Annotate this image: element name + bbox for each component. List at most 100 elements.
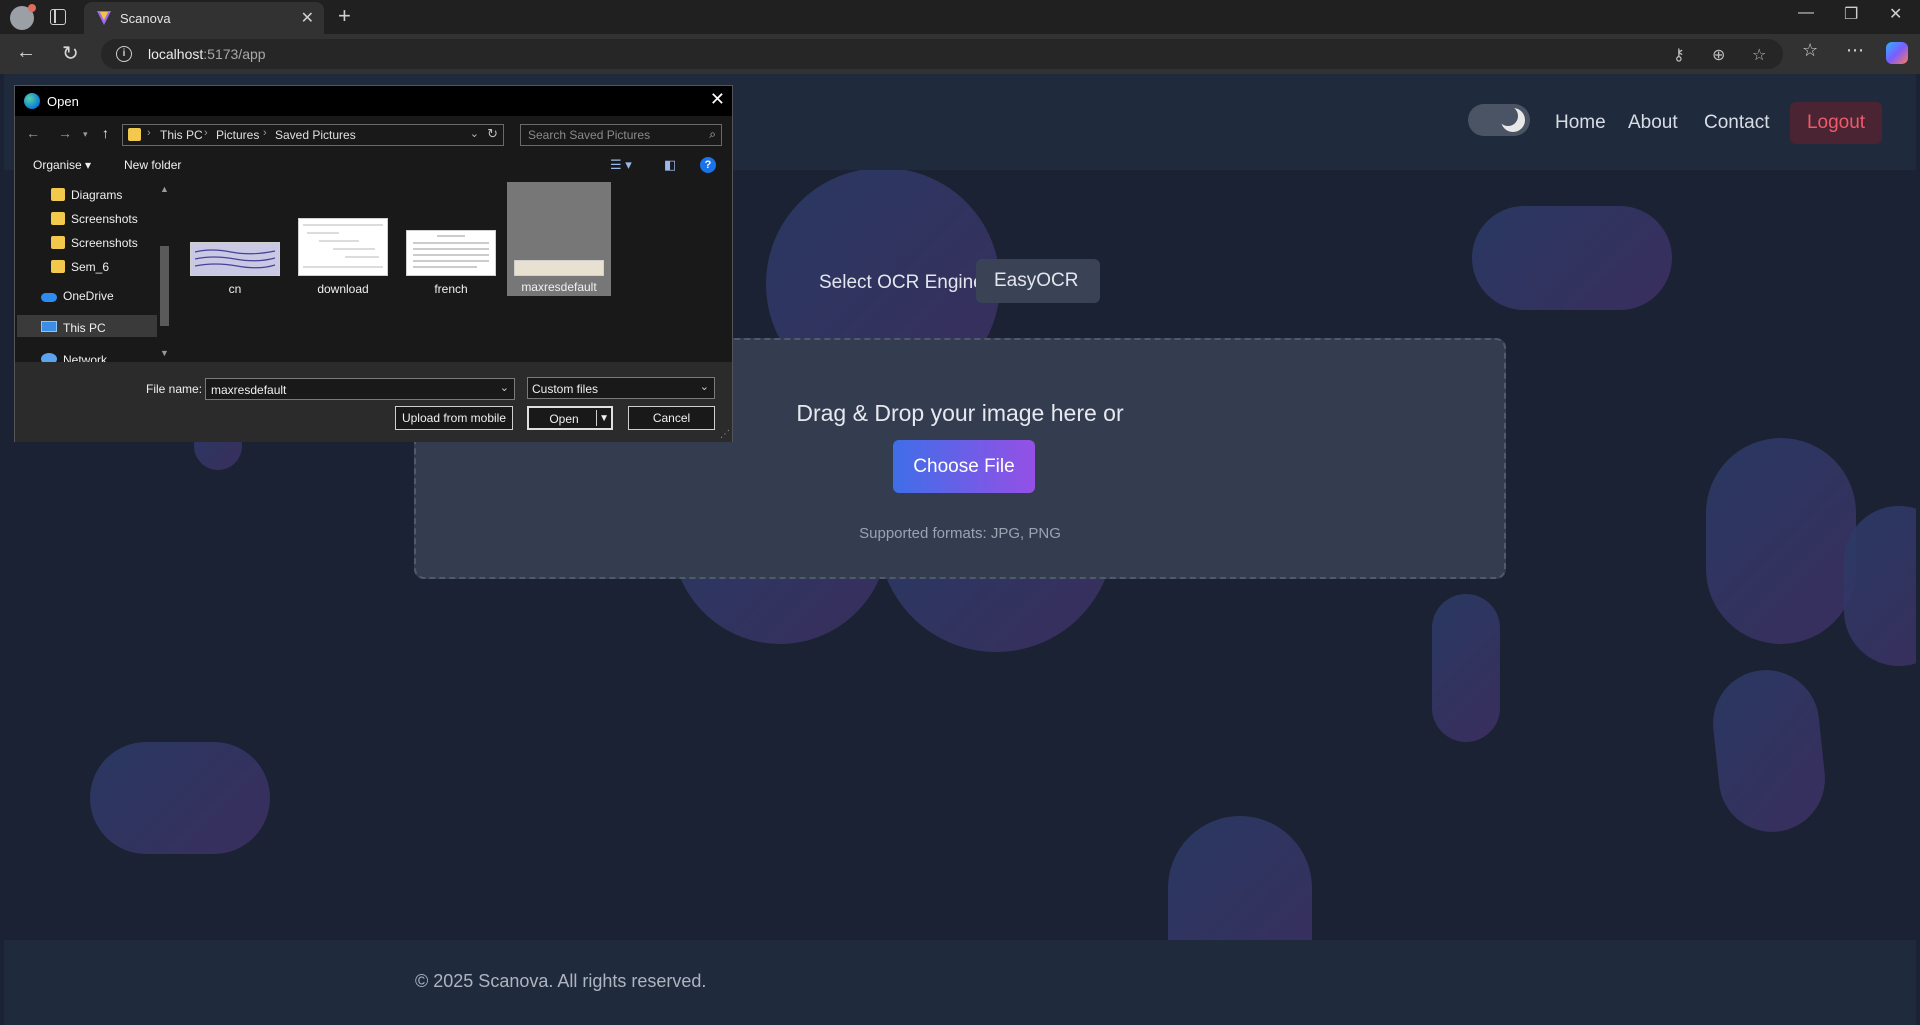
file-item[interactable]: french <box>399 184 503 298</box>
restore-icon[interactable]: ❐ <box>1844 4 1858 24</box>
nav-home-link[interactable]: Home <box>1555 112 1606 134</box>
dialog-title: Open <box>47 94 79 109</box>
decorative-blob <box>1706 438 1856 644</box>
tab-actions-icon[interactable] <box>50 9 66 25</box>
breadcrumb-item[interactable]: Pictures <box>216 128 259 142</box>
nav-contact-link[interactable]: Contact <box>1704 112 1769 134</box>
upload-from-mobile-button[interactable]: Upload from mobile <box>395 406 513 430</box>
file-thumbnail <box>514 260 604 276</box>
search-icon: ⌕ <box>709 127 716 141</box>
nav-about-link[interactable]: About <box>1628 112 1678 134</box>
breadcrumb-item[interactable]: Saved Pictures <box>275 128 356 142</box>
scroll-down-icon[interactable]: ▼ <box>160 348 169 358</box>
nav-item-this-pc[interactable]: This PC <box>63 321 106 335</box>
file-item[interactable]: cn <box>183 184 287 298</box>
view-options-icon[interactable]: ☰ ▾ <box>610 157 632 173</box>
open-button[interactable]: Open ▼ <box>527 406 613 430</box>
more-menu-icon[interactable]: ⋯ <box>1846 40 1864 61</box>
browser-tab[interactable]: Scanova ✕ <box>84 2 324 34</box>
minimize-icon[interactable]: — <box>1798 4 1814 22</box>
site-info-icon[interactable]: i <box>116 46 132 62</box>
copilot-icon[interactable] <box>1886 42 1908 64</box>
dialog-forward-icon[interactable]: → <box>58 125 72 141</box>
cancel-button[interactable]: Cancel <box>628 406 715 430</box>
dialog-nav-bar: ← → ▾ ↑ › This PC › Pictures › Saved Pic… <box>15 116 732 152</box>
new-tab-icon[interactable]: + <box>338 3 351 29</box>
choose-file-button[interactable]: Choose File <box>893 440 1035 493</box>
dialog-search[interactable]: ⌕ <box>520 124 722 146</box>
onedrive-icon <box>41 293 57 302</box>
file-type-value: Custom files <box>532 382 599 396</box>
decorative-blob <box>1844 506 1916 666</box>
key-icon[interactable]: ⚷ <box>1673 45 1685 65</box>
folder-icon <box>51 188 65 201</box>
breadcrumb-separator-icon: › <box>204 127 208 139</box>
decorative-blob <box>1472 206 1672 310</box>
scanova-favicon-icon <box>97 11 111 25</box>
dialog-back-icon[interactable]: ← <box>26 125 40 141</box>
nav-item-sem6[interactable]: Sem_6 <box>71 260 109 274</box>
ocr-engine-select[interactable]: EasyOCR <box>976 259 1100 303</box>
refresh-icon[interactable]: ↻ <box>62 41 79 66</box>
file-type-select[interactable]: Custom files ⌄ <box>527 377 715 399</box>
this-pc-icon <box>41 321 57 332</box>
file-name: maxresdefault <box>521 280 597 294</box>
nav-item-screenshots[interactable]: Screenshots <box>71 212 138 226</box>
moon-icon <box>1498 106 1525 132</box>
breadcrumb[interactable]: › This PC › Pictures › Saved Pictures ⌄ … <box>122 124 504 146</box>
file-name-label: File name: <box>146 382 203 396</box>
up-folder-icon[interactable]: ↑ <box>102 125 109 141</box>
handwriting-thumbnail-image <box>194 249 276 269</box>
organise-button[interactable]: Organise ▾ <box>33 158 91 172</box>
nav-pane-scrollbar[interactable]: ▲ ▼ <box>158 182 171 360</box>
resize-grip-icon[interactable]: ⋰ <box>720 429 730 440</box>
organise-label: Organise <box>33 158 82 172</box>
nav-item-onedrive[interactable]: OneDrive <box>63 289 114 303</box>
scroll-up-icon[interactable]: ▲ <box>160 184 169 194</box>
chevron-down-icon[interactable]: ⌄ <box>500 381 509 394</box>
profile-avatar-icon[interactable] <box>10 4 36 30</box>
logout-button[interactable]: Logout <box>1790 102 1882 144</box>
breadcrumb-separator-icon: › <box>263 127 267 139</box>
scrollbar-thumb[interactable] <box>160 246 169 326</box>
diagram-thumbnail-image <box>303 224 383 268</box>
window-close-icon[interactable]: ✕ <box>1889 4 1902 24</box>
text-page-thumbnail-image <box>413 235 489 268</box>
favorite-star-icon[interactable]: ☆ <box>1752 45 1766 65</box>
supported-formats-text: Supported formats: JPG, PNG <box>859 525 1061 542</box>
nav-item-screenshots[interactable]: Screenshots <box>71 236 138 250</box>
recent-locations-icon[interactable]: ▾ <box>83 129 88 140</box>
file-item[interactable]: download <box>291 184 395 298</box>
folder-icon <box>51 212 65 225</box>
tab-close-icon[interactable]: ✕ <box>301 8 314 28</box>
browser-tab-bar: Scanova ✕ + — ❐ ✕ <box>0 0 1920 34</box>
open-options-icon[interactable]: ▼ <box>599 408 609 430</box>
decorative-blob <box>1432 594 1500 742</box>
zoom-icon[interactable]: ⊕ <box>1712 45 1725 65</box>
new-folder-button[interactable]: New folder <box>124 158 181 172</box>
preview-pane-icon[interactable]: ◧ <box>664 157 676 173</box>
dialog-title-bar: Open ✕ <box>15 86 732 116</box>
theme-toggle[interactable] <box>1468 104 1530 136</box>
edge-icon <box>24 93 40 109</box>
breadcrumb-dropdown-icon[interactable]: ⌄ <box>470 127 479 140</box>
back-icon[interactable]: ← <box>16 41 36 64</box>
nav-item-diagrams[interactable]: Diagrams <box>71 188 122 202</box>
file-item-selected[interactable]: maxresdefault <box>507 182 611 296</box>
dialog-search-input[interactable] <box>521 125 699 145</box>
dialog-nav-pane: Diagrams Screenshots Screenshots Sem_6 O… <box>17 182 173 367</box>
url-field[interactable]: i localhost:5173/app ⚷ ⊕ ☆ <box>101 39 1783 69</box>
file-name-field[interactable]: maxresdefault ⌄ <box>205 378 515 400</box>
help-icon[interactable]: ? <box>700 157 716 173</box>
breadcrumb-item[interactable]: This PC <box>160 128 203 142</box>
footer: © 2025 Scanova. All rights reserved. <box>4 940 1916 1025</box>
open-file-dialog: Open ✕ ← → ▾ ↑ › This PC › Pictures › Sa… <box>14 85 733 442</box>
file-name-value: maxresdefault <box>211 383 287 397</box>
file-name: cn <box>228 282 242 296</box>
file-name: french <box>434 282 468 296</box>
dialog-close-icon[interactable]: ✕ <box>710 89 725 110</box>
ocr-engine-label: Select OCR Engine: <box>819 272 990 293</box>
dialog-refresh-icon[interactable]: ↻ <box>487 126 498 142</box>
folder-icon <box>51 260 65 273</box>
favorites-icon[interactable]: ☆ <box>1802 40 1818 61</box>
